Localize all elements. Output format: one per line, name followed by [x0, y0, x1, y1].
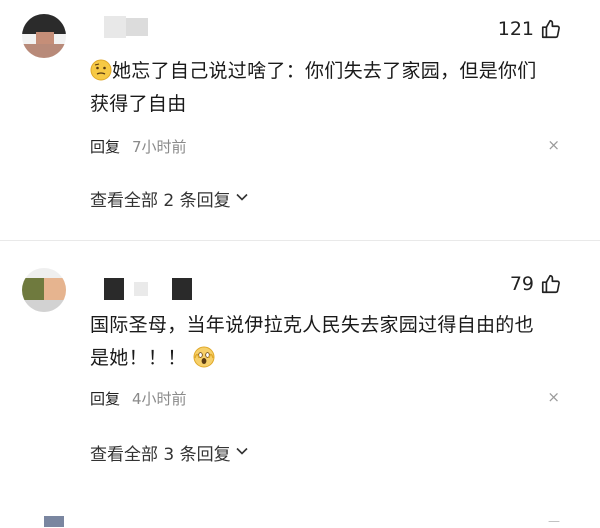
- chevron-down-icon: [235, 189, 249, 209]
- view-replies-button[interactable]: 查看全部 2 条回复: [90, 186, 249, 211]
- comment-meta: 回复 4小时前: [90, 388, 187, 409]
- comment-1: 121 她忘了自己说过啥了：你们失去了家园，但是你们 获得了自由 回复 7小时前…: [0, 0, 600, 240]
- reply-button[interactable]: 回复: [90, 136, 120, 157]
- comment-text-line-2: 是她！！！: [90, 347, 187, 369]
- timestamp: 4小时前: [132, 390, 187, 408]
- view-replies-label: 查看全部 2 条回复: [90, 191, 231, 211]
- view-replies-button[interactable]: 查看全部 3 条回复: [90, 440, 249, 465]
- comment-text-line-1: 她忘了自己说过啥了：你们失去了家园，但是你们: [112, 60, 537, 82]
- like-count: 79: [509, 273, 534, 295]
- divider: [0, 240, 600, 241]
- like-count: 121: [497, 18, 534, 40]
- comment-text: 她忘了自己说过啥了：你们失去了家园，但是你们 获得了自由: [90, 55, 570, 121]
- thinking-face-emoji: [90, 59, 112, 81]
- comment-text: 国际圣母，当年说伊拉克人民失去家园过得自由的也 是她！！！: [90, 309, 570, 375]
- comment-meta: 回复 7小时前: [90, 136, 187, 157]
- comment-text-line-2: 获得了自由: [90, 93, 187, 115]
- close-icon[interactable]: ×: [547, 388, 560, 406]
- comment-text-line-1: 国际圣母，当年说伊拉克人民失去家园过得自由的也: [90, 314, 534, 336]
- avatar[interactable]: [22, 514, 66, 527]
- like-button[interactable]: 121: [498, 17, 562, 41]
- reply-button[interactable]: 回复: [90, 388, 120, 409]
- view-replies-label: 查看全部 3 条回复: [90, 445, 231, 465]
- comment-2: 79 国际圣母，当年说伊拉克人民失去家园过得自由的也 是她！！！ 回复 4小时前…: [0, 254, 600, 494]
- username-redacted[interactable]: [104, 16, 150, 38]
- like-button[interactable]: 79: [510, 272, 562, 296]
- thumbs-up-icon: [540, 18, 562, 40]
- timestamp: 7小时前: [132, 138, 187, 156]
- username-redacted[interactable]: [104, 278, 194, 300]
- chevron-down-icon: [235, 443, 249, 463]
- screaming-face-emoji: [193, 346, 215, 368]
- close-icon[interactable]: ×: [547, 136, 560, 154]
- avatar[interactable]: [22, 14, 66, 58]
- close-icon[interactable]: —: [548, 514, 560, 528]
- avatar[interactable]: [22, 268, 66, 312]
- thumbs-up-icon: [540, 273, 562, 295]
